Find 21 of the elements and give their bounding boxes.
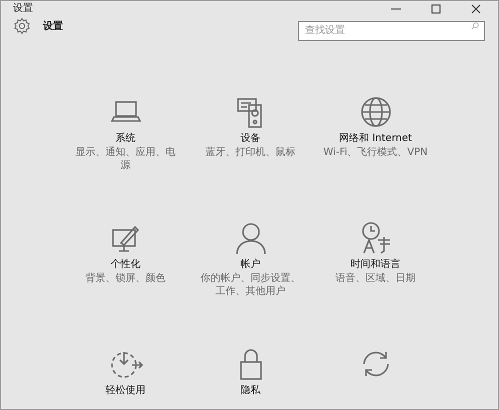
search-icon: [471, 22, 479, 30]
tile-title[interactable]: 个性化: [110, 258, 140, 272]
window-title: 设置: [13, 2, 33, 16]
tile-description: 背景、锁屏、颜色: [84, 272, 166, 285]
settings-icon: [13, 17, 31, 35]
tile-description: 蓝牙、打印机、鼠标: [204, 146, 296, 159]
tile-title[interactable]: 帐户: [240, 258, 260, 272]
tile-description: 你的帐户、同步设置、工作、其他用户: [200, 272, 302, 298]
close-icon[interactable]: [470, 2, 482, 14]
tile-description: 语音、区域、日期: [334, 272, 416, 285]
search-field[interactable]: 查找设置: [298, 20, 485, 40]
tile-title[interactable]: 隐私: [240, 384, 260, 398]
tile-title[interactable]: 系统: [116, 132, 136, 146]
tile-description: 显示、通知、应用、电源: [74, 146, 176, 172]
tile-description: Wi-Fi、飞行模式、VPN: [322, 146, 429, 159]
page-title: 设置: [43, 20, 63, 34]
maximize-icon[interactable]: [430, 2, 442, 14]
tile-title[interactable]: 网络和 Internet: [339, 132, 412, 146]
tile-title[interactable]: 时间和语言: [350, 258, 400, 272]
tile-title[interactable]: 设备: [240, 132, 260, 146]
tile-title[interactable]: 轻松使用: [106, 384, 146, 398]
